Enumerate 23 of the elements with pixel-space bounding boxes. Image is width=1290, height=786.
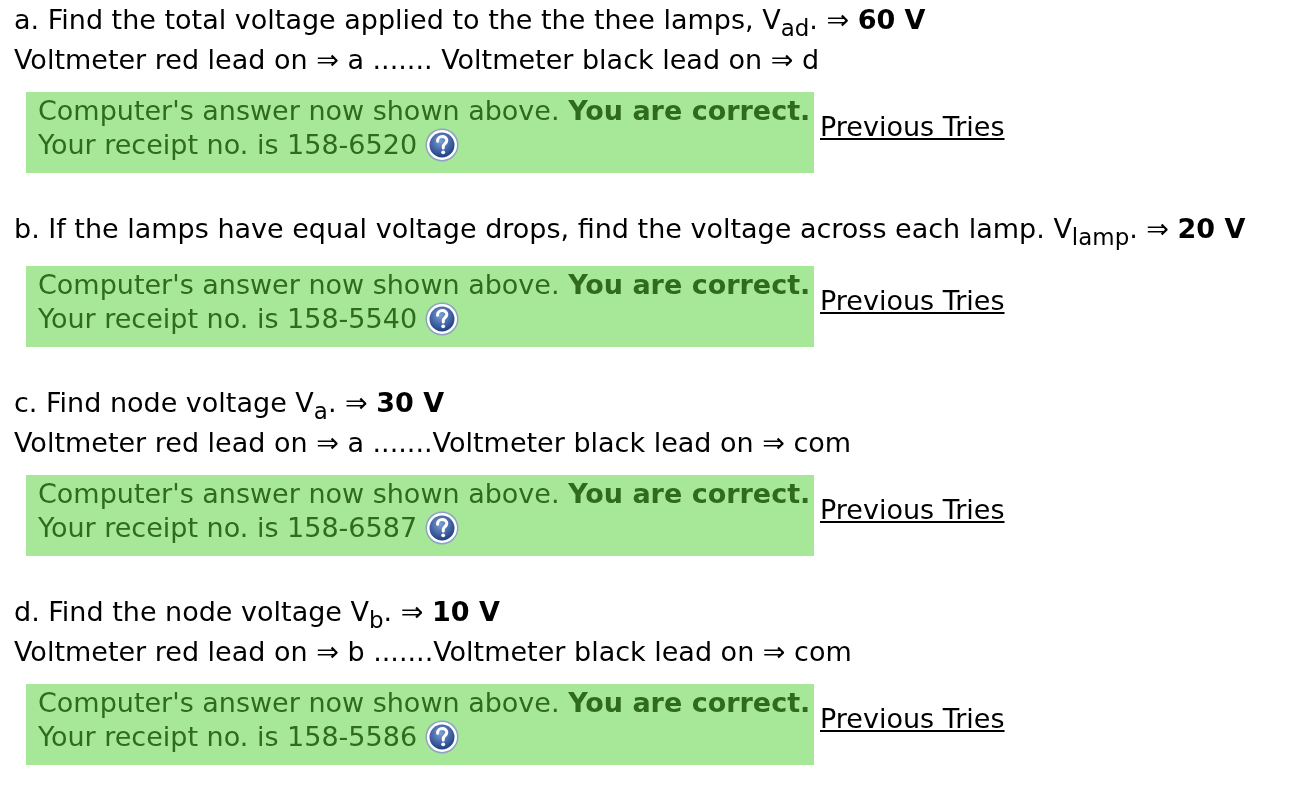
previous-tries-link[interactable]: Previous Tries <box>820 703 1005 734</box>
feedback-message: Computer's answer now shown above. You are correct. <box>38 477 811 511</box>
question-text: d. Find the node voltage V$_{b}$. ⇒ 10 V <box>14 595 501 632</box>
receipt-text: Your receipt no. is 158-6520 <box>38 128 418 162</box>
lead-instructions: Voltmeter red lead on ⇒ b .......Voltmeter black lead on ⇒ com <box>14 635 853 669</box>
lead-instructions: Voltmeter red lead on ⇒ a .......Voltmeter black lead on ⇒ com <box>14 426 853 460</box>
receipt-text: Your receipt no. is 158-6587 <box>38 511 418 545</box>
lead-instructions: Voltmeter red lead on ⇒ a ....... Voltmeter black lead on ⇒ d <box>14 43 821 77</box>
feedback-message: Computer's answer now shown above. You are correct. <box>38 268 811 302</box>
feedback-message: Computer's answer now shown above. You are correct. <box>38 686 811 720</box>
help-icon[interactable] <box>425 302 460 336</box>
help-icon[interactable] <box>425 128 460 162</box>
question-text: a. Find the total voltage applied to the the thee lamps, V$_{ad}$. ⇒ 60 V <box>14 3 927 40</box>
question-text: c. Find node voltage V$_{a}$. ⇒ 30 V <box>14 386 446 423</box>
previous-tries-link[interactable]: Previous Tries <box>820 111 1005 142</box>
receipt-text: Your receipt no. is 158-5540 <box>38 302 418 336</box>
feedback-message: Computer's answer now shown above. You are correct. <box>38 94 811 128</box>
question-text: b. If the lamps have equal voltage drops, find the voltage across each lamp. V$_{lamp}$. ⇒ 20 V <box>14 212 1247 249</box>
receipt-text: Your receipt no. is 158-5586 <box>38 720 418 754</box>
previous-tries-link[interactable]: Previous Tries <box>820 494 1005 525</box>
help-icon[interactable] <box>425 720 460 754</box>
help-icon[interactable] <box>425 511 460 545</box>
previous-tries-link[interactable]: Previous Tries <box>820 285 1005 316</box>
